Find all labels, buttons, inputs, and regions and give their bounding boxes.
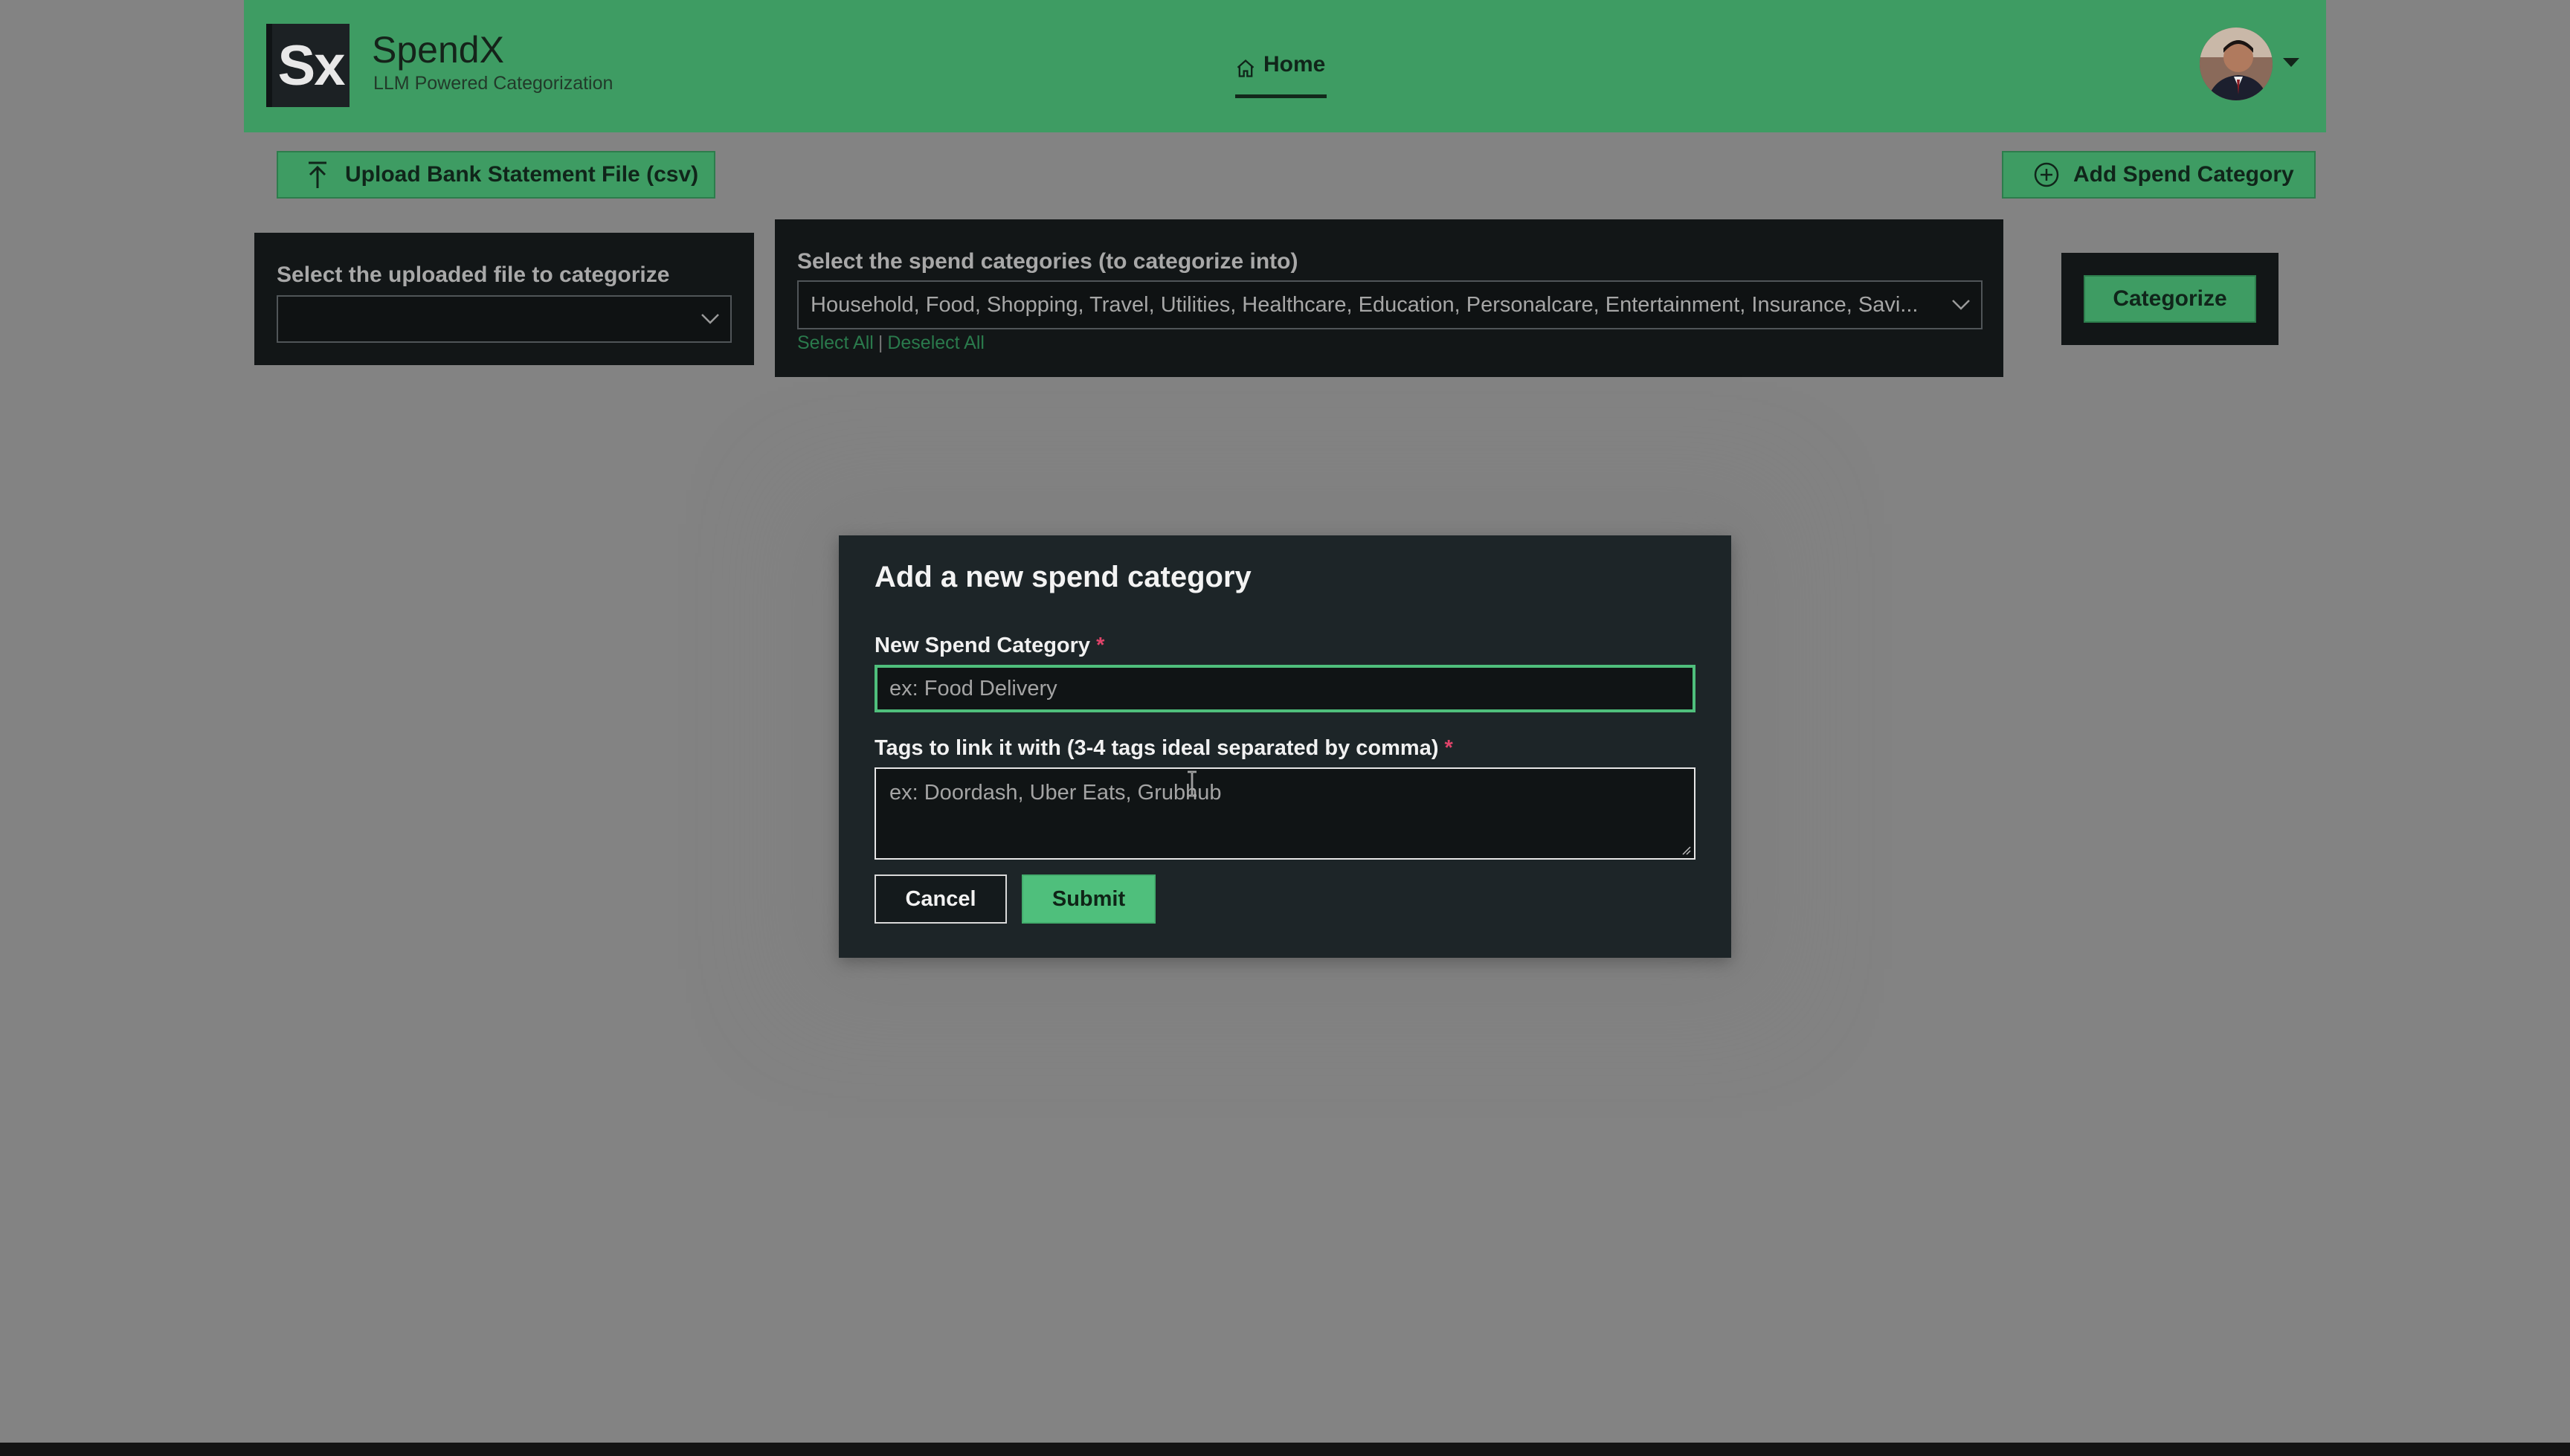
nav-home-label: Home	[1263, 52, 1326, 77]
app-header: Sx SpendX LLM Powered Categorization Hom…	[244, 0, 2326, 132]
categorize-button[interactable]: Categorize	[2084, 275, 2256, 323]
categories-selected-value: Household, Food, Shopping, Travel, Utili…	[811, 292, 1919, 317]
submit-button[interactable]: Submit	[1022, 874, 1156, 924]
tags-field-label: Tags to link it with (3-4 tags ideal sep…	[875, 736, 1453, 760]
tags-textarea[interactable]: ex: Doordash, Uber Eats, Grubhub	[875, 767, 1695, 860]
select-links: Select All | Deselect All	[797, 332, 985, 354]
upload-statement-label: Upload Bank Statement File (csv)	[345, 162, 699, 187]
file-select-label: Select the uploaded file to categorize	[277, 262, 670, 287]
category-field-label: New Spend Category *	[875, 634, 1105, 657]
user-avatar[interactable]	[2200, 28, 2273, 100]
bottom-edge-bar	[0, 1443, 2570, 1456]
home-icon	[1237, 59, 1255, 77]
tags-placeholder: ex: Doordash, Uber Eats, Grubhub	[889, 781, 1222, 805]
chevron-down-icon	[1952, 300, 1970, 310]
chevron-down-icon	[701, 314, 719, 324]
avatar-image	[2200, 28, 2273, 100]
required-mark: *	[1444, 736, 1453, 760]
app-logo: Sx	[266, 24, 350, 107]
file-select-panel: Select the uploaded file to categorize	[254, 233, 754, 365]
nav-home-tab[interactable]: Home	[1235, 51, 1327, 98]
select-all-link[interactable]: Select All	[797, 332, 874, 353]
categorize-label: Categorize	[2113, 286, 2227, 311]
link-separator: |	[877, 332, 883, 353]
plus-circle-icon	[2034, 162, 2059, 187]
brand-subtitle: LLM Powered Categorization	[373, 73, 613, 94]
cancel-button[interactable]: Cancel	[875, 874, 1007, 924]
modal-title: Add a new spend category	[875, 561, 1252, 593]
text-cursor-icon	[1188, 770, 1197, 797]
file-select-dropdown[interactable]	[277, 295, 732, 343]
category-name-input[interactable]: ex: Food Delivery	[875, 665, 1695, 712]
upload-statement-button[interactable]: Upload Bank Statement File (csv)	[277, 151, 715, 199]
resize-handle-icon[interactable]	[1679, 843, 1691, 855]
add-spend-category-button[interactable]: Add Spend Category	[2002, 151, 2316, 199]
category-name-placeholder: ex: Food Delivery	[889, 676, 1057, 700]
deselect-all-link[interactable]: Deselect All	[887, 332, 985, 353]
categories-select-panel: Select the spend categories (to categori…	[775, 219, 2003, 377]
categories-multiselect[interactable]: Household, Food, Shopping, Travel, Utili…	[797, 280, 1983, 329]
categories-select-label: Select the spend categories (to categori…	[797, 249, 1298, 274]
brand-name: SpendX	[372, 29, 504, 71]
required-mark: *	[1096, 634, 1105, 657]
submit-label: Submit	[1051, 886, 1126, 911]
add-category-modal: Add a new spend category New Spend Categ…	[839, 535, 1731, 958]
categorize-panel: Categorize	[2061, 253, 2278, 345]
avatar-caret-icon[interactable]	[2283, 58, 2299, 68]
add-spend-category-label: Add Spend Category	[2073, 162, 2294, 187]
cancel-label: Cancel	[905, 886, 976, 911]
upload-icon	[309, 161, 326, 188]
